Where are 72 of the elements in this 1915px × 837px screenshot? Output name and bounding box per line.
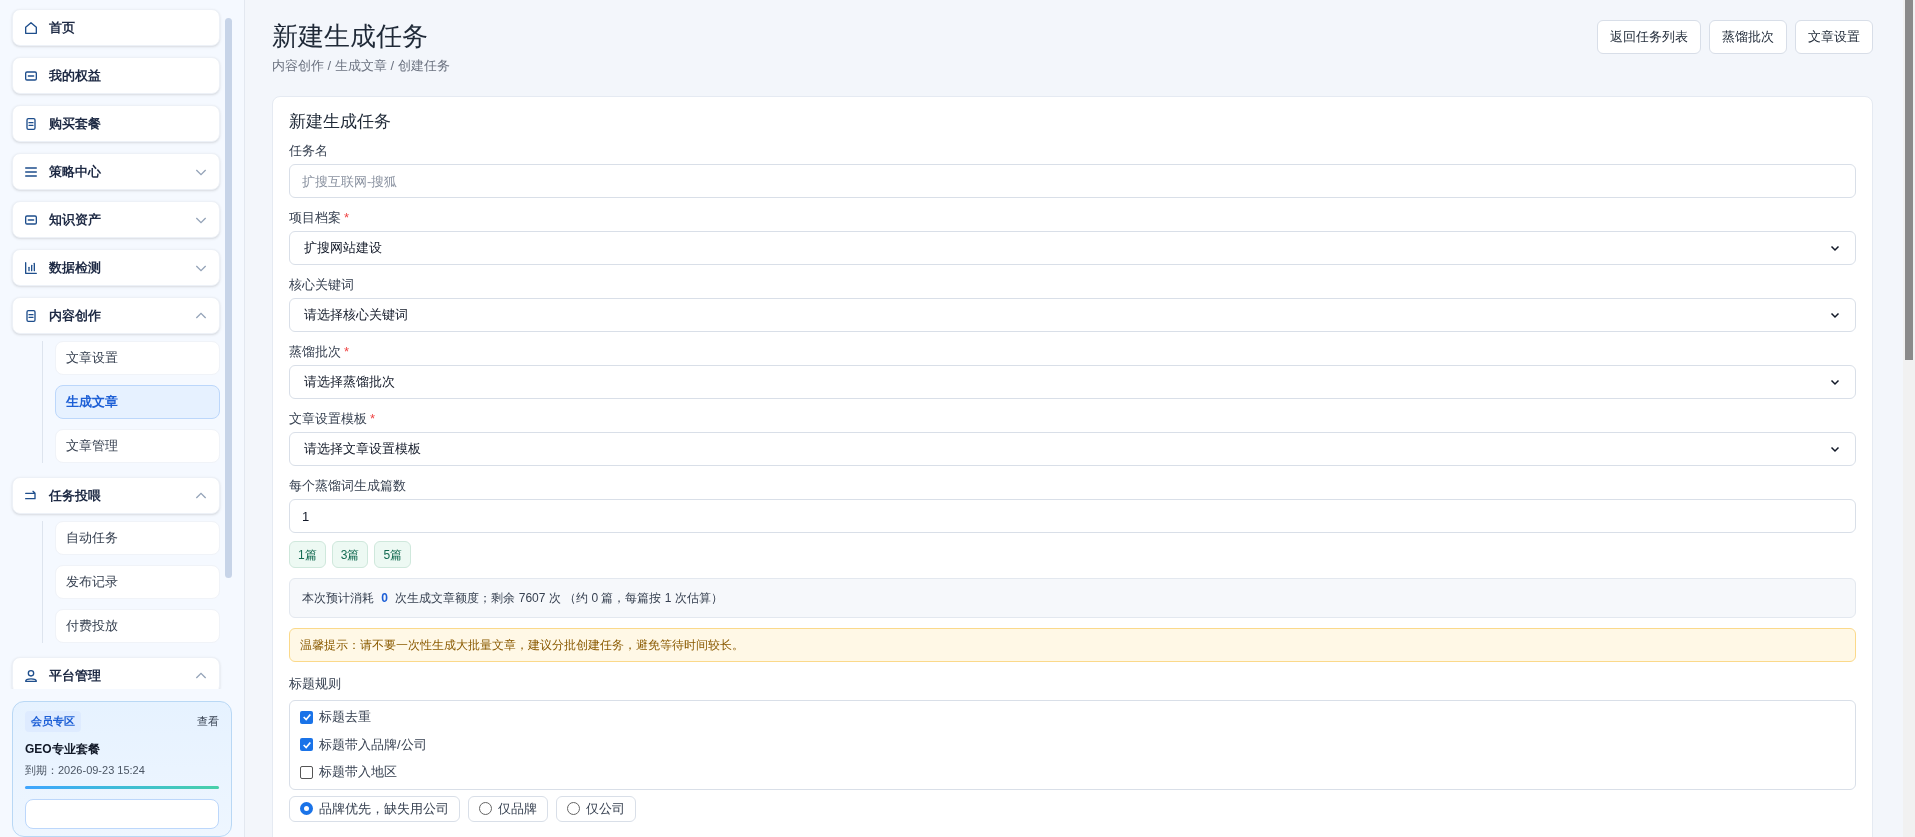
input-field[interactable]: 扩搜互联网-搜狐 (289, 164, 1856, 198)
quick-count-button[interactable]: 3篇 (331, 541, 369, 568)
card-title: 新建生成任务 (289, 110, 392, 133)
required-mark: * (344, 344, 350, 360)
plan-name: GEO专业套餐 (25, 740, 101, 758)
page-title: 新建生成任务 (272, 20, 429, 53)
bar-chart-icon (23, 259, 39, 276)
scrollbar[interactable] (225, 18, 232, 578)
field-label: 核心关键词 (289, 277, 354, 293)
sidebar-item-label: 首页 (49, 18, 75, 37)
header-button[interactable]: 返回任务列表 (1597, 20, 1701, 54)
sidebar-subitem[interactable]: 文章设置 (55, 341, 220, 375)
scrollbar[interactable] (1903, 0, 1915, 837)
field-label: 任务名 (289, 143, 328, 159)
header-button[interactable]: 蒸馏批次 (1709, 20, 1787, 54)
sidebar-subitem[interactable]: 文章管理 (55, 429, 220, 463)
field-label: 标题规则 (289, 675, 342, 693)
user-icon (23, 667, 39, 684)
view-link[interactable]: 查看 (197, 713, 219, 730)
quick-count-button[interactable]: 1篇 (289, 541, 326, 568)
checkbox-label: 标题带入地区 (319, 763, 397, 782)
sidebar-item[interactable]: 策略中心 (12, 153, 220, 190)
expiry-date: 到期：2026-09-23 15:24 (25, 762, 146, 778)
select-field[interactable]: 请选择文章设置模板 (289, 432, 1856, 466)
sidebar-item[interactable]: 任务投喂 (12, 477, 220, 514)
checkbox-label: 标题带入品牌/公司 (319, 735, 427, 754)
required-mark: * (370, 411, 376, 427)
sidebar-item-label: 知识资产 (49, 210, 101, 229)
sidebar-item-label: 我的权益 (49, 66, 101, 85)
sidebar-subitem[interactable]: 发布记录 (55, 565, 220, 599)
sidebar-item[interactable]: 购买套餐 (12, 105, 220, 142)
home-icon (23, 19, 39, 36)
field-label: 每个蒸馏词生成篇数 (289, 478, 406, 494)
sidebar-item[interactable]: 数据检测 (12, 249, 220, 286)
header-button[interactable]: 文章设置 (1795, 20, 1873, 54)
sidebar-subitem[interactable]: 生成文章 (55, 385, 220, 419)
quick-count-button[interactable]: 5篇 (374, 541, 412, 568)
field-label: 蒸馏批次 (289, 344, 341, 360)
required-mark: * (344, 210, 350, 226)
sidebar-item-label: 数据检测 (49, 258, 101, 277)
select-field[interactable]: 请选择蒸馏批次 (289, 365, 1856, 399)
sidebar-item-label: 内容创作 (49, 306, 101, 325)
sidebar-subitem[interactable]: 自动任务 (55, 521, 220, 555)
sidebar-item-label: 平台管理 (49, 666, 101, 685)
estimate-notice: 本次预计消耗 0 次生成文章额度；剩余 7607 次 （约 0 篇，每篇按 1 次估算） (289, 578, 1856, 618)
radio-option[interactable]: 品牌优先，缺失用公司 (289, 795, 460, 822)
breadcrumb: 内容创作 / 生成文章 / 创建任务 (272, 57, 450, 75)
sidebar-item-label: 任务投喂 (49, 486, 101, 505)
member-badge: 会员专区 (25, 711, 81, 732)
input-field[interactable]: 1 (289, 499, 1856, 533)
checkbox[interactable] (300, 738, 313, 751)
sidebar-item-label: 购买套餐 (49, 114, 101, 133)
sidebar-item[interactable]: 平台管理 (12, 657, 220, 689)
sidebar-item[interactable]: 我的权益 (12, 57, 220, 94)
document-icon (23, 307, 39, 324)
radio-option[interactable]: 仅公司 (556, 795, 636, 822)
radio[interactable] (300, 802, 313, 815)
sidebar-item[interactable]: 知识资产 (12, 201, 220, 238)
field-label: 项目档案 (289, 210, 341, 226)
select-field[interactable]: 请选择核心关键词 (289, 298, 1856, 332)
checkbox[interactable] (300, 765, 313, 779)
checkbox[interactable] (300, 710, 313, 724)
sidebar-item-label: 策略中心 (49, 162, 101, 181)
sidebar-subitem[interactable]: 付费投放 (55, 609, 220, 643)
checkbox-label: 标题去重 (319, 708, 371, 727)
radio-option[interactable]: 仅品牌 (468, 795, 548, 822)
warning-notice: 温馨提示：请不要一次性生成大批量文章，建议分批创建任务，避免等待时间较长。 (289, 628, 1856, 662)
document-icon (23, 115, 39, 132)
field-label: 文章设置模板 (289, 411, 367, 427)
sidebar-item[interactable]: 首页 (12, 9, 220, 46)
select-field[interactable]: 扩搜网站建设 (289, 231, 1856, 265)
sidebar-item[interactable]: 内容创作 (12, 297, 220, 334)
